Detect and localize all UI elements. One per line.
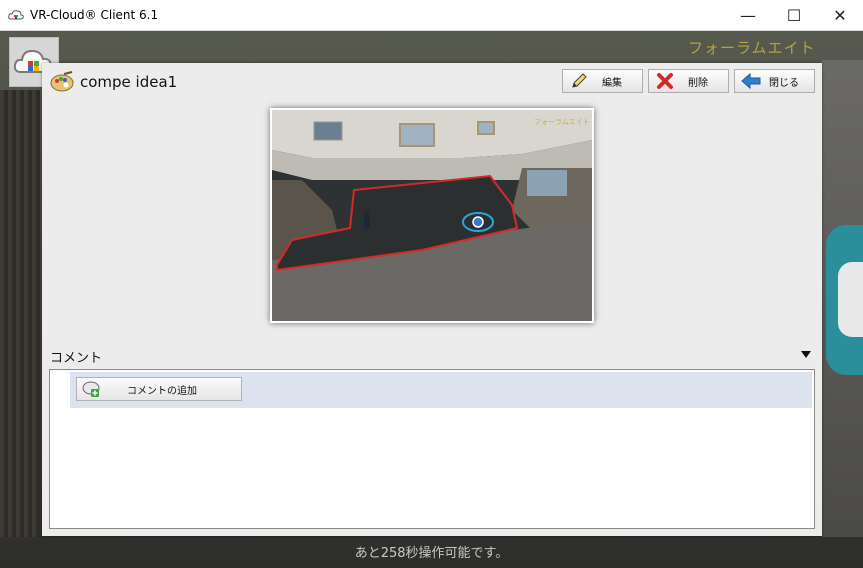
red-x-icon [654, 72, 676, 90]
maximize-button[interactable]: ☐ [771, 0, 817, 31]
idea-detail-panel: compe idea1 編集 削除 閉じる フォーラムエイト コメント コメント… [42, 63, 822, 536]
edit-button[interactable]: 編集 [562, 69, 643, 93]
add-comment-icon [81, 380, 101, 398]
operation-timer-text: あと258秒操作可能です。 [354, 546, 509, 561]
close-button[interactable]: 閉じる [734, 69, 815, 93]
close-button-label: 閉じる [769, 77, 799, 89]
delete-button-label: 削除 [688, 77, 708, 89]
comments-header: コメント [50, 351, 103, 366]
comments-collapse-toggle[interactable] [801, 351, 811, 358]
window-titlebar: VR-Cloud® Client 6.1 — ☐ ✕ [0, 0, 863, 31]
close-window-button[interactable]: ✕ [817, 0, 863, 31]
maximize-icon: ☐ [786, 6, 802, 25]
blue-left-arrow-icon [740, 72, 762, 90]
add-comment-button[interactable]: コメントの追加 [76, 377, 242, 401]
scene-sign-inner [838, 262, 863, 337]
idea-thumbnail: フォーラムエイト [270, 108, 594, 323]
thumbnail-watermark: フォーラムエイト [534, 118, 590, 126]
add-comment-label: コメントの追加 [127, 385, 197, 397]
page-title: compe idea1 [80, 73, 178, 91]
comment-add-row: コメントの追加 [70, 372, 812, 408]
comment-list: コメントの追加 [49, 369, 815, 529]
minimize-icon: — [740, 6, 756, 25]
delete-button[interactable]: 削除 [648, 69, 729, 93]
minimize-button[interactable]: — [725, 0, 771, 31]
window-title: VR-Cloud® Client 6.1 [30, 8, 159, 22]
edit-button-label: 編集 [602, 77, 622, 89]
palette-icon [50, 71, 74, 93]
app-icon [8, 9, 24, 21]
scene-watermark: フォーラムエイト [688, 39, 816, 57]
scene-building-left [0, 90, 40, 537]
pencil-icon [568, 72, 590, 90]
close-icon: ✕ [833, 6, 847, 25]
